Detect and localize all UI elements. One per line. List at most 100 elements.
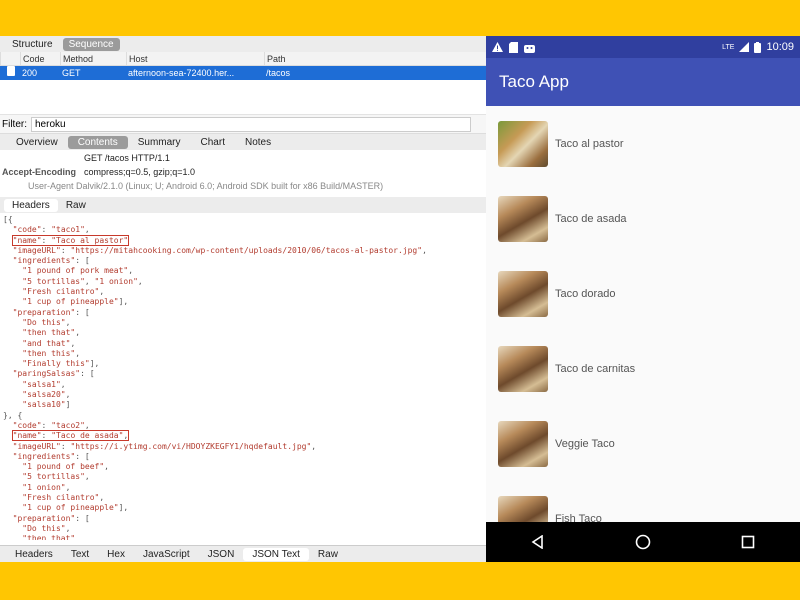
filter-bar: Filter: heroku [0,115,486,133]
json-line: "name": "Taco de asada", [3,430,486,442]
column-method[interactable]: Method [60,52,126,65]
json-line: "preparation": [ [12,307,90,317]
status-bar: LTE 10:09 [486,36,800,58]
android-screen: LTE 10:09 Taco App Taco al pastor Taco d… [486,36,800,562]
header-cut-off: User-Agent Dalvik/2.1.0 (Linux; U; Andro… [28,181,384,191]
recents-icon [741,535,754,549]
list-item[interactable]: Taco dorado [486,256,800,331]
json-line: "1 cup of pineapple"], [22,503,129,513]
json-line: "1 pound of beef", [22,462,109,472]
taco-list[interactable]: Taco al pastor Taco de asada Taco dorado… [486,106,800,522]
json-line: "and that", [22,338,76,348]
row-path: /tacos [266,68,291,78]
json-line: "Fresh cilantro", [22,287,105,297]
json-line: "code": "taco2", [12,420,90,430]
json-line: "5 tortillas", [22,472,90,482]
json-line: "ingredients": [ [12,256,90,266]
json-line: "then this", [22,348,81,358]
json-line: "Do this", [22,523,71,533]
signal-icon [739,42,750,52]
taco-thumbnail [498,345,548,392]
warning-icon [492,42,503,52]
app-bar: Taco App [486,58,800,106]
column-path[interactable]: Path [264,52,486,65]
json-line: "1 onion", [22,482,71,492]
tab-response-javascript[interactable]: JavaScript [134,548,199,561]
item-label: Taco de asada [555,212,627,225]
filter-input[interactable]: heroku [31,116,471,132]
item-label: Taco dorado [555,287,616,300]
json-response-view[interactable]: [{ "code": "taco1", "name": "Taco al pas… [0,213,486,540]
tab-response-hex[interactable]: Hex [98,548,134,561]
tab-response-raw[interactable]: Raw [309,548,347,561]
row-code: 200 [22,68,38,78]
android-icon [524,44,535,53]
json-line: "then that", [22,328,81,338]
json-line: }, { [3,410,23,420]
request-line: GET /tacos HTTP/1.1 [84,153,170,163]
taco-thumbnail [498,120,548,167]
tab-sequence[interactable]: Sequence [62,37,120,51]
tab-response-text[interactable]: Text [62,548,98,561]
nav-bar [486,522,800,562]
table-row[interactable]: 200 GET afternoon-sea-72400.her... /taco… [0,66,486,80]
app-title: Taco App [499,72,569,91]
json-line: "salsa10"] [22,400,71,410]
json-line: "imageURL": "https://mitahcooking.com/wp… [12,245,427,255]
detail-tabs: Overview Contents Summary Chart Notes [0,133,486,150]
column-host[interactable]: Host [126,52,264,65]
list-item[interactable]: Taco de asada [486,181,800,256]
tab-response-headers[interactable]: Headers [6,548,62,561]
list-item[interactable]: Fish Taco [486,481,800,522]
response-tabs: Headers Text Hex JavaScript JSON JSON Te… [0,545,486,562]
lte-label: LTE [722,43,735,51]
header-key: Accept-Encoding [2,167,77,177]
home-button[interactable] [623,527,663,557]
item-label: Taco al pastor [555,137,624,150]
highlighted-name: "name": "Taco al pastor" [11,234,130,246]
json-line: "then that" [22,534,76,540]
taco-thumbnail [498,270,548,317]
tab-request-headers[interactable]: Headers [4,198,58,212]
sd-card-icon [509,41,518,53]
json-line: "name": "Taco al pastor" [3,234,486,246]
document-icon [0,66,20,80]
json-line: "preparation": [ [12,513,90,523]
json-line: "1 cup of pineapple"], [22,297,129,307]
tab-response-json[interactable]: JSON [199,548,244,561]
tab-overview[interactable]: Overview [6,136,68,149]
json-line: "Do this", [22,317,71,327]
json-line: "Finally this"], [22,359,100,369]
list-item[interactable]: Veggie Taco [486,406,800,481]
tab-summary[interactable]: Summary [128,136,191,149]
row-host: afternoon-sea-72400.her... [128,68,235,78]
list-item[interactable]: Taco de carnitas [486,331,800,406]
tab-structure[interactable]: Structure [6,38,59,51]
request-headers-view: GET /tacos HTTP/1.1 Accept-Encoding comp… [0,150,486,197]
header-value: compress;q=0.5, gzip;q=1.0 [84,167,196,177]
tab-request-raw[interactable]: Raw [58,199,94,212]
tab-chart[interactable]: Chart [191,136,235,149]
json-line: "imageURL": "https://i.ytimg.com/vi/HDOY… [12,441,317,451]
back-icon [531,535,544,549]
json-line: "salsa1", [22,379,66,389]
tab-response-json-text[interactable]: JSON Text [243,547,309,561]
request-list-empty [0,80,486,115]
request-table-header: Code Method Host Path [0,52,486,66]
column-code[interactable]: Code [20,52,60,65]
json-line: "code": "taco1", [12,225,90,235]
taco-thumbnail [498,495,548,522]
taco-thumbnail [498,195,548,242]
tab-contents[interactable]: Contents [67,135,128,149]
list-item[interactable]: Taco al pastor [486,106,800,181]
item-label: Fish Taco [555,512,602,523]
back-button[interactable] [518,527,558,557]
recents-button[interactable] [728,527,768,557]
tab-notes[interactable]: Notes [235,136,281,149]
view-switcher: Structure Sequence [0,36,486,52]
json-line: "salsa20", [22,390,71,400]
item-label: Taco de carnitas [555,362,636,375]
json-line: "ingredients": [ [12,451,90,461]
json-line: "5 tortillas", "1 onion", [22,276,143,286]
home-icon [635,534,651,550]
